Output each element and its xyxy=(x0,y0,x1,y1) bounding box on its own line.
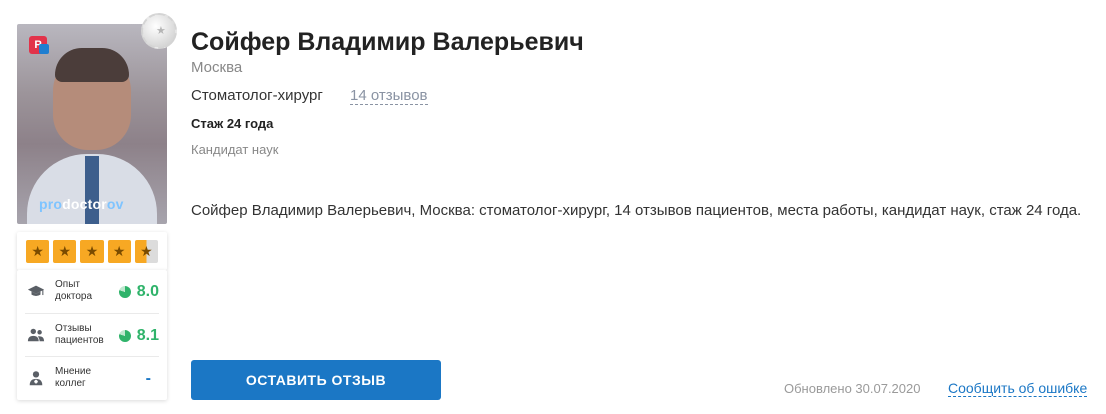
photo-tie xyxy=(85,156,99,224)
star-icon: ★ xyxy=(53,240,77,263)
score-label: Отзывы пациентов xyxy=(55,323,104,346)
score-label: Опыт доктора xyxy=(55,279,93,302)
score-pie-icon xyxy=(119,286,131,298)
doctor-icon xyxy=(29,371,43,386)
doctor-specialty: Стоматолог-хирург xyxy=(191,87,323,104)
graduation-cap-icon xyxy=(27,285,45,296)
score-value: - xyxy=(145,370,151,387)
star-icon: ★ xyxy=(80,240,104,263)
photo-hair xyxy=(55,48,129,82)
reviews-link[interactable]: 14 отзывов xyxy=(350,87,428,105)
doctor-degree: Кандидат наук xyxy=(191,142,279,157)
score-value: 8.1 xyxy=(136,327,159,344)
star-icon: ★ xyxy=(26,240,50,263)
updated-date: Обновлено 30.07.2020 xyxy=(784,381,921,396)
doctor-description: Сойфер Владимир Валерьевич, Москва: стом… xyxy=(191,202,1082,219)
half-star-icon: ★ xyxy=(134,240,159,263)
report-error-link[interactable]: Сообщить об ошибке xyxy=(948,380,1088,397)
score-value: 8.0 xyxy=(136,283,159,300)
doctor-experience: Стаж 24 года xyxy=(191,116,274,131)
doctor-city: Москва xyxy=(191,59,243,76)
score-row-patient-reviews[interactable]: Отзывы пациентов 8.1 xyxy=(25,313,159,356)
photo-watermark: prodoctorov xyxy=(39,196,124,212)
score-row-colleagues[interactable]: Мнение коллег - xyxy=(25,356,159,399)
prodoctorov-logo-icon: P xyxy=(29,36,49,54)
doctor-scores: Опыт доктора 8.0 Отзывы пациентов 8.1 Мн… xyxy=(17,270,167,400)
star-rating: ★ ★ ★ ★ ★ xyxy=(17,232,167,270)
score-pie-icon xyxy=(119,330,131,342)
leave-review-button[interactable]: ОСТАВИТЬ ОТЗЫВ xyxy=(191,360,441,400)
award-medal-icon: ★ xyxy=(141,13,177,49)
star-icon: ★ xyxy=(107,240,131,263)
doctor-name: Сойфер Владимир Валерьевич xyxy=(191,28,584,56)
doctor-photo: P prodoctorov xyxy=(17,24,167,224)
score-label: Мнение коллег xyxy=(55,366,92,389)
people-icon xyxy=(27,328,45,342)
score-row-experience[interactable]: Опыт доктора 8.0 xyxy=(25,270,159,313)
